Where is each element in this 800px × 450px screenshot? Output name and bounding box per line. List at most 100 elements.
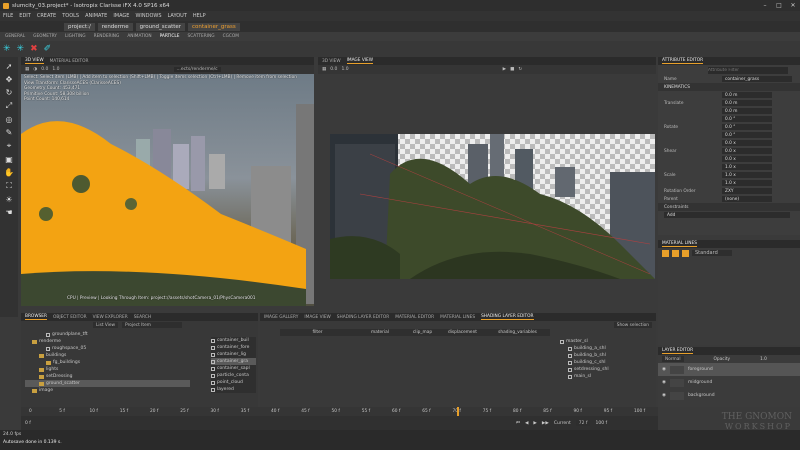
tab-cgcom[interactable]: CGCOM bbox=[223, 34, 239, 39]
list-item[interactable]: container_gra bbox=[211, 358, 256, 365]
eye-icon[interactable]: ◉ bbox=[662, 380, 666, 385]
tab-animation[interactable]: ANIMATION bbox=[127, 34, 151, 39]
col-material[interactable]: material bbox=[355, 330, 405, 335]
opacity-value[interactable]: 1.0 bbox=[760, 357, 767, 362]
col-clip-map[interactable]: clip_map bbox=[405, 330, 440, 335]
tree-item[interactable]: fg_buildings bbox=[25, 359, 190, 366]
play-icon[interactable]: ▶ bbox=[503, 67, 506, 72]
tree-item[interactable]: buildings bbox=[25, 352, 190, 359]
layer-row[interactable]: ◉ foreground bbox=[658, 363, 800, 376]
shading-layer-item[interactable]: building_c_shl bbox=[560, 359, 650, 366]
list-view-select[interactable]: List View bbox=[93, 322, 119, 328]
tab-general[interactable]: GENERAL bbox=[5, 34, 25, 39]
tab-lighting[interactable]: LIGHTING bbox=[65, 34, 86, 39]
menu-animate[interactable]: ANIMATE bbox=[85, 13, 107, 19]
shading-icon[interactable]: ◑ bbox=[33, 67, 37, 72]
tab-shading-layer-editor-active[interactable]: SHADING LAYER EDITOR bbox=[481, 314, 534, 320]
col-displacement[interactable]: displacement bbox=[440, 330, 485, 335]
path-segment-project[interactable]: project:/ bbox=[64, 22, 95, 31]
maximize-button[interactable]: □ bbox=[772, 0, 786, 11]
play-icon[interactable]: ▶ bbox=[533, 421, 536, 426]
tab-object-editor[interactable]: OBJECT EDITOR bbox=[53, 315, 87, 320]
rotation-order-select[interactable]: ZXY bbox=[722, 188, 772, 194]
tree-item[interactable]: setDressing bbox=[25, 373, 190, 380]
name-field[interactable]: container_grass bbox=[722, 76, 792, 82]
end-frame[interactable]: 100 f bbox=[595, 421, 607, 426]
menu-create[interactable]: CREATE bbox=[37, 13, 56, 19]
tab-search[interactable]: SEARCH bbox=[134, 315, 151, 320]
menu-edit[interactable]: EDIT bbox=[19, 13, 31, 19]
frame-tool-icon[interactable]: ⛶ bbox=[6, 181, 12, 191]
first-frame-icon[interactable]: ⏮ bbox=[516, 420, 520, 426]
tree-item[interactable]: roughspace_05 bbox=[25, 345, 190, 352]
tab-view-explorer[interactable]: VIEW EXPLORER bbox=[93, 315, 128, 320]
tab-image-gallery[interactable]: IMAGE GALLERY bbox=[264, 315, 298, 320]
attr-value-field[interactable]: 0.0 m bbox=[722, 108, 772, 114]
light-tool-icon[interactable]: ☀ bbox=[5, 195, 12, 204]
move-tool-icon[interactable]: ✥ bbox=[6, 75, 13, 84]
next-frame-icon[interactable]: ▶▶ bbox=[542, 421, 549, 426]
orbit-tool-icon[interactable]: ◎ bbox=[6, 115, 13, 124]
layer-row[interactable]: ◉ midground bbox=[658, 376, 800, 389]
swatch-icon[interactable] bbox=[672, 249, 679, 257]
playhead[interactable] bbox=[457, 407, 459, 416]
zoom-value[interactable]: 0.0 bbox=[330, 67, 337, 72]
tab-particle[interactable]: PARTICLE bbox=[160, 34, 180, 39]
path-segment-renderme[interactable]: renderme bbox=[97, 22, 133, 31]
tab-3d-view[interactable]: 3D VIEW bbox=[25, 58, 44, 64]
blend-mode-select[interactable]: Normal bbox=[662, 356, 684, 362]
col-filter[interactable]: filter bbox=[280, 330, 355, 335]
attr-value-field[interactable]: 1.0 x bbox=[722, 172, 772, 178]
grid-icon[interactable]: ▦ bbox=[25, 67, 29, 72]
menu-windows[interactable]: WINDOWS bbox=[135, 13, 161, 19]
timeline[interactable]: 0 5 f 10 f 15 f 20 f 25 f 30 f 35 f 40 f 45 f 50 f… bbox=[21, 407, 658, 430]
timeline-ruler[interactable]: 0 5 f 10 f 15 f 20 f 25 f 30 f 35 f 40 f 45 f 50 f… bbox=[21, 407, 658, 416]
snap-tool-icon[interactable]: ⌖ bbox=[7, 141, 12, 151]
attr-value-field[interactable]: 0.0 ° bbox=[722, 132, 772, 138]
swatch-icon[interactable] bbox=[662, 249, 669, 257]
tab-image-view[interactable]: IMAGE VIEW bbox=[346, 58, 374, 64]
kinematics-section[interactable]: KINEMATICS bbox=[664, 85, 690, 90]
eye-icon[interactable]: ◉ bbox=[662, 367, 666, 372]
attr-value-field[interactable]: 0.0 m bbox=[722, 92, 772, 98]
layer-row[interactable]: ◉ background bbox=[658, 389, 800, 402]
constraints-section[interactable]: Constraints bbox=[664, 205, 689, 210]
attr-value-field[interactable]: 0.0 x bbox=[722, 156, 772, 162]
close-button[interactable]: ✕ bbox=[786, 0, 800, 11]
shading-layer-item[interactable]: master_sl bbox=[560, 338, 650, 345]
tab-3d-view-right[interactable]: 3D VIEW bbox=[322, 59, 341, 64]
camera-tool-icon[interactable]: ▣ bbox=[5, 155, 13, 164]
menu-image[interactable]: IMAGE bbox=[113, 13, 129, 19]
menu-help[interactable]: HELP bbox=[193, 13, 206, 19]
list-item[interactable]: layered bbox=[211, 386, 256, 393]
tab-scattering[interactable]: SCATTERING bbox=[188, 34, 215, 39]
scatterer-icon[interactable]: ✳ bbox=[3, 44, 11, 54]
pan-tool-icon[interactable]: ✋ bbox=[4, 168, 14, 177]
tab-material-editor[interactable]: MATERIAL EDITOR bbox=[50, 59, 89, 64]
col-shading-variables[interactable]: shading_variables bbox=[485, 330, 550, 335]
list-item[interactable]: point_cloud bbox=[211, 379, 256, 386]
attr-value-field[interactable]: 0.0 ° bbox=[722, 124, 772, 130]
prev-frame-icon[interactable]: ◀ bbox=[525, 421, 528, 426]
menu-layout[interactable]: LAYOUT bbox=[168, 13, 187, 19]
attr-value-field[interactable]: 0.0 m bbox=[722, 100, 772, 106]
eye-icon[interactable]: ◉ bbox=[662, 393, 666, 398]
attr-value-field[interactable]: 1.0 x bbox=[722, 180, 772, 186]
tab-browser[interactable]: BROWSER bbox=[25, 314, 47, 320]
remove-icon[interactable]: ✖ bbox=[30, 44, 38, 54]
list-item[interactable]: particle_conta bbox=[211, 372, 256, 379]
shading-layer-item[interactable]: building_a_shl bbox=[560, 345, 650, 352]
shading-layer-item[interactable]: building_b_shl bbox=[560, 352, 650, 359]
attr-value-field[interactable]: 0.0 ° bbox=[722, 116, 772, 122]
tab-material-editor-bottom[interactable]: MATERIAL EDITOR bbox=[395, 315, 434, 320]
path-segment-ground-scatter[interactable]: ground_scatter bbox=[135, 22, 186, 31]
tab-shading-layer-editor[interactable]: SHADING LAYER EDITOR bbox=[337, 315, 389, 320]
attribute-filter-input[interactable] bbox=[708, 66, 788, 74]
zoom-value[interactable]: 0.0 bbox=[41, 67, 48, 72]
shading-layer-item[interactable]: setdressing_shl bbox=[560, 366, 650, 373]
tree-item[interactable]: groundplane_tft bbox=[25, 331, 190, 338]
attr-value-field[interactable]: 0.0 x bbox=[722, 140, 772, 146]
standard-dropdown[interactable]: Standard bbox=[692, 250, 732, 256]
shading-layer-item[interactable]: main_sl bbox=[560, 373, 650, 380]
menu-tools[interactable]: TOOLS bbox=[62, 13, 79, 19]
